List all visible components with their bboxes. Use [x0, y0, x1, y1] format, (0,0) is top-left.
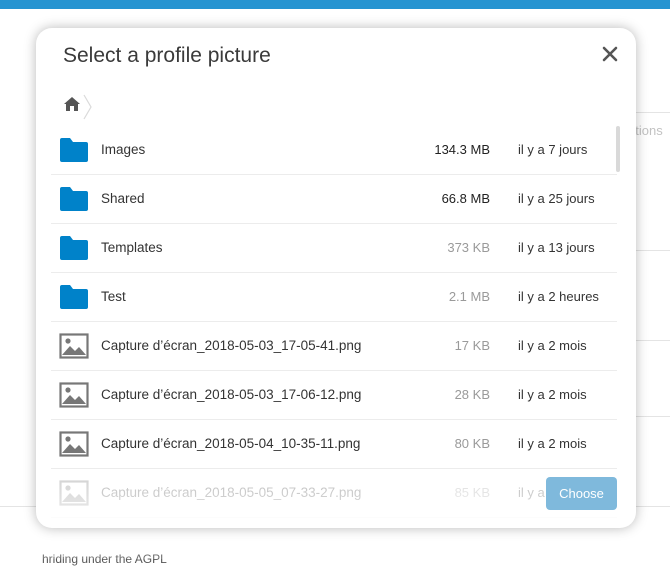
- file-name: Capture d’écran_2018-05-03_17-05-41.png: [101, 338, 362, 353]
- close-icon: [602, 46, 618, 62]
- folder-icon: [59, 284, 89, 310]
- scrollbar[interactable]: [616, 126, 620, 172]
- file-row[interactable]: Images 134.3 MB il y a 7 jours: [51, 126, 617, 175]
- file-modified-date: il y a 13 jours: [518, 240, 595, 255]
- breadcrumb-separator-icon: [83, 94, 92, 120]
- file-row[interactable]: Test 2.1 MB il y a 2 heures: [51, 273, 617, 322]
- image-file-icon: [59, 333, 89, 359]
- file-modified-date: il y a 7 jours: [518, 142, 588, 157]
- file-name: Images: [101, 142, 146, 157]
- breadcrumb-home[interactable]: [63, 95, 81, 113]
- image-file-icon: [59, 431, 89, 457]
- file-size: 85 KB: [454, 485, 490, 500]
- file-modified-date: il y a 2 heures: [518, 289, 599, 304]
- file-modified-date: il y a 25 jours: [518, 191, 595, 206]
- file-name: Capture d’écran_2018-05-05_07-33-27.png: [101, 485, 362, 500]
- file-row[interactable]: Capture d’écran_2018-05-03_17-05-41.png 1…: [51, 322, 617, 371]
- close-button[interactable]: [598, 42, 622, 66]
- file-modified-date: il y a 2 mois: [518, 387, 587, 402]
- file-row[interactable]: Capture d’écran_2018-05-05_07-33-27.png 8…: [51, 469, 617, 518]
- file-modified-date: il y a 2 mois: [518, 338, 587, 353]
- file-size: 80 KB: [454, 436, 490, 451]
- file-row[interactable]: Capture d’écran_2018-05-04_10-35-11.png 8…: [51, 420, 617, 469]
- file-size: 66.8 MB: [441, 191, 490, 206]
- file-row[interactable]: Templates 373 KB il y a 13 jours: [51, 224, 617, 273]
- file-name: Test: [101, 289, 126, 304]
- folder-icon: [59, 137, 89, 163]
- file-row[interactable]: Shared 66.8 MB il y a 25 jours: [51, 175, 617, 224]
- file-size: 373 KB: [447, 240, 490, 255]
- file-size: 2.1 MB: [448, 289, 490, 304]
- folder-icon: [59, 186, 89, 212]
- file-size: 28 KB: [454, 387, 490, 402]
- file-row[interactable]: Capture d’écran_2018-05-03_17-06-12.png 2…: [51, 371, 617, 420]
- image-file-icon: [59, 382, 89, 408]
- file-name: Shared: [101, 191, 145, 206]
- dialog-title: Select a profile picture: [63, 44, 271, 67]
- file-name: Templates: [101, 240, 163, 255]
- file-size: 134.3 MB: [434, 142, 490, 157]
- home-icon: [64, 97, 80, 111]
- file-size: 17 KB: [454, 338, 490, 353]
- file-picker-dialog: Select a profile picture Images 134.3 MB i…: [36, 28, 636, 528]
- file-name: Capture d’écran_2018-05-03_17-06-12.png: [101, 387, 362, 402]
- choose-button[interactable]: Choose: [546, 477, 617, 510]
- file-modified-date: il y a 2 mois: [518, 436, 587, 451]
- file-list: Images 134.3 MB il y a 7 jours Shared 66.8 M…: [51, 126, 617, 526]
- image-file-icon: [59, 480, 89, 506]
- file-name: Capture d’écran_2018-05-04_10-35-11.png: [101, 436, 361, 451]
- folder-icon: [59, 235, 89, 261]
